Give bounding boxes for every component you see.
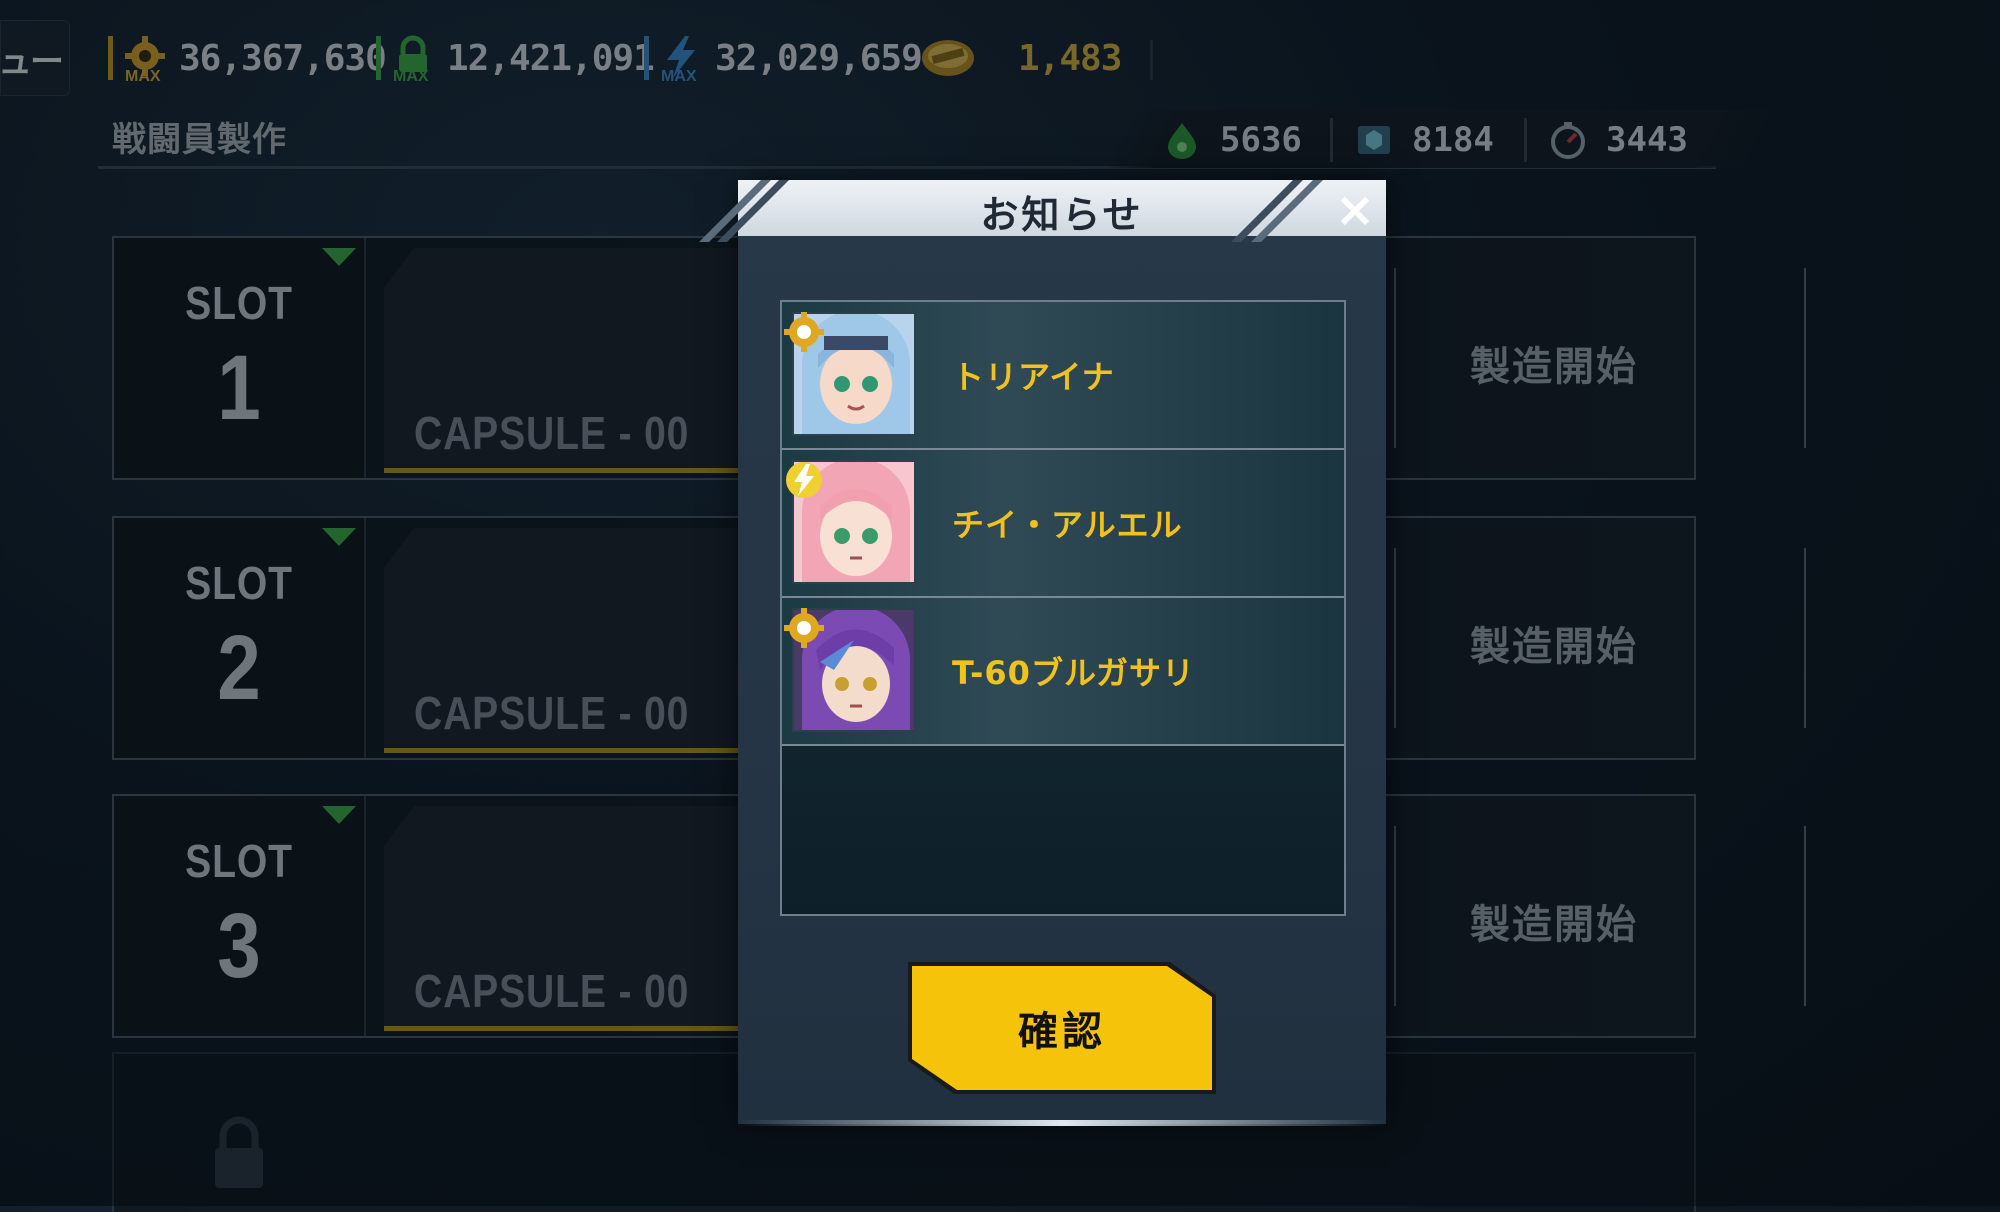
list-item[interactable]: チイ・アルエル <box>782 450 1344 598</box>
character-name: T-60ブルガサリ <box>952 654 1195 692</box>
confirm-button[interactable]: 確認 <box>912 966 1212 1090</box>
list-item[interactable]: トリアイナ <box>782 302 1344 450</box>
gear-badge-icon <box>784 312 824 352</box>
character-name: トリアイナ <box>952 358 1115 396</box>
list-item[interactable]: T-60ブルガサリ <box>782 598 1344 746</box>
bolt-badge-icon <box>786 462 822 498</box>
confirm-label: 確認 <box>1018 1009 1106 1055</box>
dialog-bottom-glow <box>738 1120 1386 1126</box>
gear-badge-icon <box>784 608 824 648</box>
character-name: チイ・アルエル <box>952 506 1183 544</box>
close-button[interactable]: × <box>1330 184 1380 236</box>
dialog-title: お知らせ <box>980 193 1144 237</box>
character-list: トリアイナ チイ・アルエル T-60ブルガサリ <box>780 300 1346 916</box>
